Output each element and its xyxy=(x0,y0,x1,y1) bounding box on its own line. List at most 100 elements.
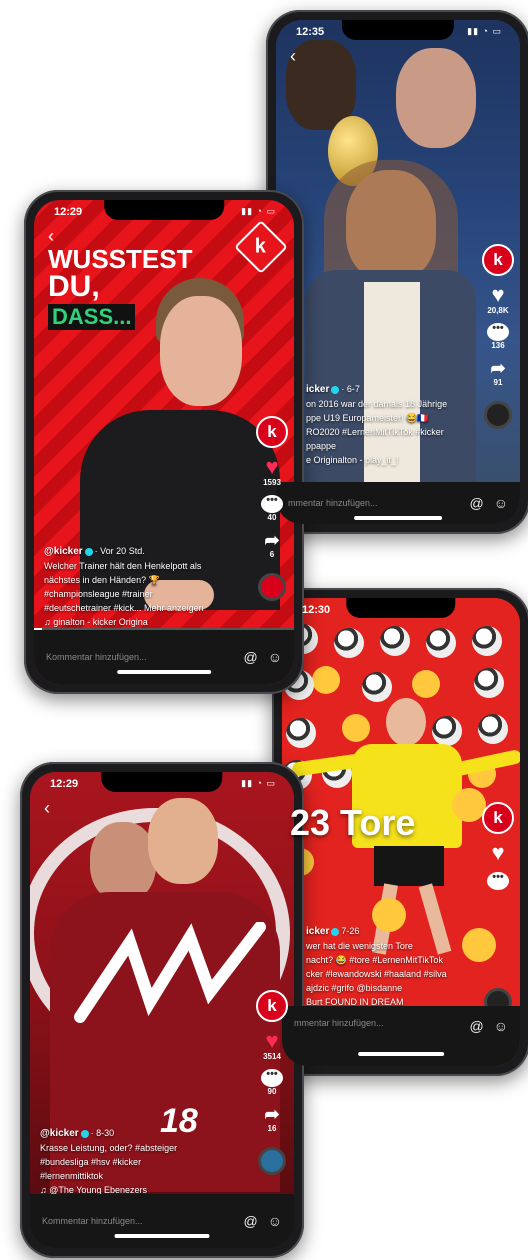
music-disc-icon[interactable] xyxy=(258,573,286,601)
like-button[interactable]: ♥ 20,8K xyxy=(487,284,508,316)
at-sign-icon[interactable]: @ xyxy=(469,1018,483,1034)
like-button[interactable]: ♥ 3514 xyxy=(263,1030,281,1062)
phone-4: 12:29 ▮▮ ◔ ▭ ‹ 18 k ♥ 3514 ••• 90 ➦ 16 @kic… xyxy=(20,762,304,1258)
football-emoji xyxy=(472,626,502,656)
username[interactable]: icker xyxy=(306,926,329,937)
username[interactable]: icker xyxy=(306,384,329,395)
share-arrow-icon: ➦ xyxy=(264,530,280,550)
phone-4-screen: 12:29 ▮▮ ◔ ▭ ‹ 18 k ♥ 3514 ••• 90 ➦ 16 @kic… xyxy=(30,772,294,1248)
music-label[interactable]: e Originalton - play_it_! xyxy=(306,455,399,465)
post-date: · 6-7 xyxy=(341,384,360,394)
at-sign-icon[interactable]: @ xyxy=(243,649,257,665)
music-note-icon: ♫ xyxy=(44,617,54,627)
football-emoji xyxy=(362,672,392,702)
headline-line: WUSSTEST xyxy=(48,244,193,274)
laughing-emoji xyxy=(312,666,340,694)
comment-button[interactable]: ••• 90 xyxy=(261,1069,283,1096)
caption-line: ppappe xyxy=(306,441,337,451)
action-rail: k ♥ 20,8K ••• 136 ➦ 91 xyxy=(482,244,514,429)
at-sign-icon[interactable]: @ xyxy=(243,1213,257,1229)
back-icon[interactable]: ‹ xyxy=(290,46,296,67)
kicker-logo[interactable]: k xyxy=(482,244,514,276)
heart-icon: ♥ xyxy=(265,454,279,479)
kicker-logo[interactable]: k xyxy=(256,416,288,448)
comment-bar[interactable]: Kommentar hinzufügen... @ ☺ xyxy=(30,1194,294,1248)
username[interactable]: @kicker xyxy=(40,1128,79,1139)
notch xyxy=(104,200,224,220)
laughing-emoji xyxy=(452,788,486,822)
notch xyxy=(341,20,455,40)
caption-line: #deutschetrainer #kick... Mehr anzeigen xyxy=(44,603,204,613)
like-button[interactable]: ♥ 1593 xyxy=(263,454,281,488)
action-rail: k ♥ 3514 ••• 90 ➦ 16 xyxy=(256,990,288,1175)
player-head xyxy=(90,822,156,902)
caption: icker · 6-7 on 2016 war der damals 18 Jäh… xyxy=(306,382,470,467)
comment-button[interactable]: ••• xyxy=(487,872,509,890)
music-disc-icon[interactable] xyxy=(484,401,512,429)
comment-bubble-icon: ••• xyxy=(487,323,509,341)
status-time: 12:29 xyxy=(54,206,83,218)
caption-line: #bundesliga #hsv #kicker xyxy=(40,1157,142,1167)
back-icon[interactable]: ‹ xyxy=(44,798,50,819)
comment-bar[interactable]: mmentar hinzufügen... @ ☺ xyxy=(282,1006,520,1066)
share-button[interactable]: ➦ 6 xyxy=(264,530,279,559)
music-disc-icon[interactable] xyxy=(258,1147,286,1175)
phone-1: 12:35 ▮▮ ◔ ▭ ‹ k ♥ 20,8K ••• 136 ➦ 91 icker… xyxy=(266,10,528,534)
phone-2-screen: 12:29 ▮▮ ◔ ▭ ‹ k WUSSTEST DU, DASS... k … xyxy=(34,200,294,684)
verified-badge-icon xyxy=(331,385,340,394)
post-date: · Vor 20 Std. xyxy=(94,546,145,556)
status-time: 12:30 xyxy=(302,604,331,616)
laughing-emoji xyxy=(342,714,370,742)
comment-button[interactable]: ••• 40 xyxy=(261,495,283,522)
signal-wifi-battery-icon: ▮▮ ◔ ▭ xyxy=(241,206,276,216)
football-emoji xyxy=(334,628,364,658)
caption: @kicker · Vor 20 Std. Welcher Trainer häl… xyxy=(44,544,244,629)
music-label[interactable]: ginalton - kicker Origina xyxy=(53,617,148,627)
caption-line: wer hat die wenigsten Tore xyxy=(306,941,413,951)
headline-line: DASS... xyxy=(48,304,136,330)
home-indicator xyxy=(117,670,211,674)
football-emoji xyxy=(474,668,504,698)
at-sign-icon[interactable]: @ xyxy=(469,495,483,511)
like-button[interactable]: ♥ xyxy=(491,842,504,864)
caption-line: ppe U19 Europameister! 😂🇫🇷 xyxy=(306,413,429,423)
username[interactable]: @kicker xyxy=(44,546,83,557)
laughing-emoji xyxy=(412,670,440,698)
player-shorts xyxy=(374,846,444,886)
phone-2: 12:29 ▮▮ ◔ ▭ ‹ k WUSSTEST DU, DASS... k … xyxy=(24,190,304,694)
share-button[interactable]: ➦ 91 xyxy=(490,358,505,387)
comment-input[interactable]: Kommentar hinzufügen... xyxy=(42,1216,233,1226)
notch xyxy=(101,772,223,792)
comment-bubble-icon: ••• xyxy=(261,495,283,513)
smiley-icon[interactable]: ☺ xyxy=(494,495,508,511)
status-time: 12:35 xyxy=(296,26,325,38)
overlay-text: 23 Tore xyxy=(290,802,416,843)
caption-line: RO2020 #LernenMitTikTok #kicker xyxy=(306,427,444,437)
home-indicator xyxy=(358,1052,444,1056)
phone-3-screen: 12:30 23 Tore k ♥ ••• icker 7-26 wer hat… xyxy=(282,598,520,1066)
caption: @kicker · 8-30 Krasse Leistung, oder? #ab… xyxy=(40,1126,244,1197)
comment-input[interactable]: Kommentar hinzufügen... xyxy=(46,652,233,662)
comment-bar[interactable]: Kommentar hinzufügen... @ ☺ xyxy=(34,630,294,684)
caption-line: #lernenmittiktok xyxy=(40,1171,104,1181)
caption-line: Krasse Leistung, oder? #absteiger xyxy=(40,1143,178,1153)
comment-input[interactable]: mmentar hinzufügen... xyxy=(294,1018,459,1028)
signal-wifi-battery-icon: ▮▮ ◔ ▭ xyxy=(467,26,502,36)
football-emoji xyxy=(380,626,410,656)
comment-input[interactable]: mmentar hinzufügen... xyxy=(288,498,459,508)
comment-button[interactable]: ••• 136 xyxy=(487,323,509,350)
share-button[interactable]: ➦ 16 xyxy=(264,1104,279,1133)
football-emoji xyxy=(286,718,316,748)
smiley-icon[interactable]: ☺ xyxy=(494,1018,508,1034)
smiley-icon[interactable]: ☺ xyxy=(268,649,282,665)
kicker-logo[interactable]: k xyxy=(482,802,514,834)
club-logo-mark xyxy=(74,922,266,1023)
signal-wifi-battery-icon: ▮▮ ◔ ▭ xyxy=(241,778,276,788)
status-time: 12:29 xyxy=(50,778,79,790)
caption-line: nächstes in den Händen? 🏆 xyxy=(44,575,160,585)
smiley-icon[interactable]: ☺ xyxy=(268,1213,282,1229)
comment-bubble-icon: ••• xyxy=(261,1069,283,1087)
caption-line: ajdzic #grifo @bisdanne xyxy=(306,983,403,993)
caption: icker 7-26 wer hat die wenigsten Tore nac… xyxy=(306,924,470,1009)
kicker-logo[interactable]: k xyxy=(256,990,288,1022)
